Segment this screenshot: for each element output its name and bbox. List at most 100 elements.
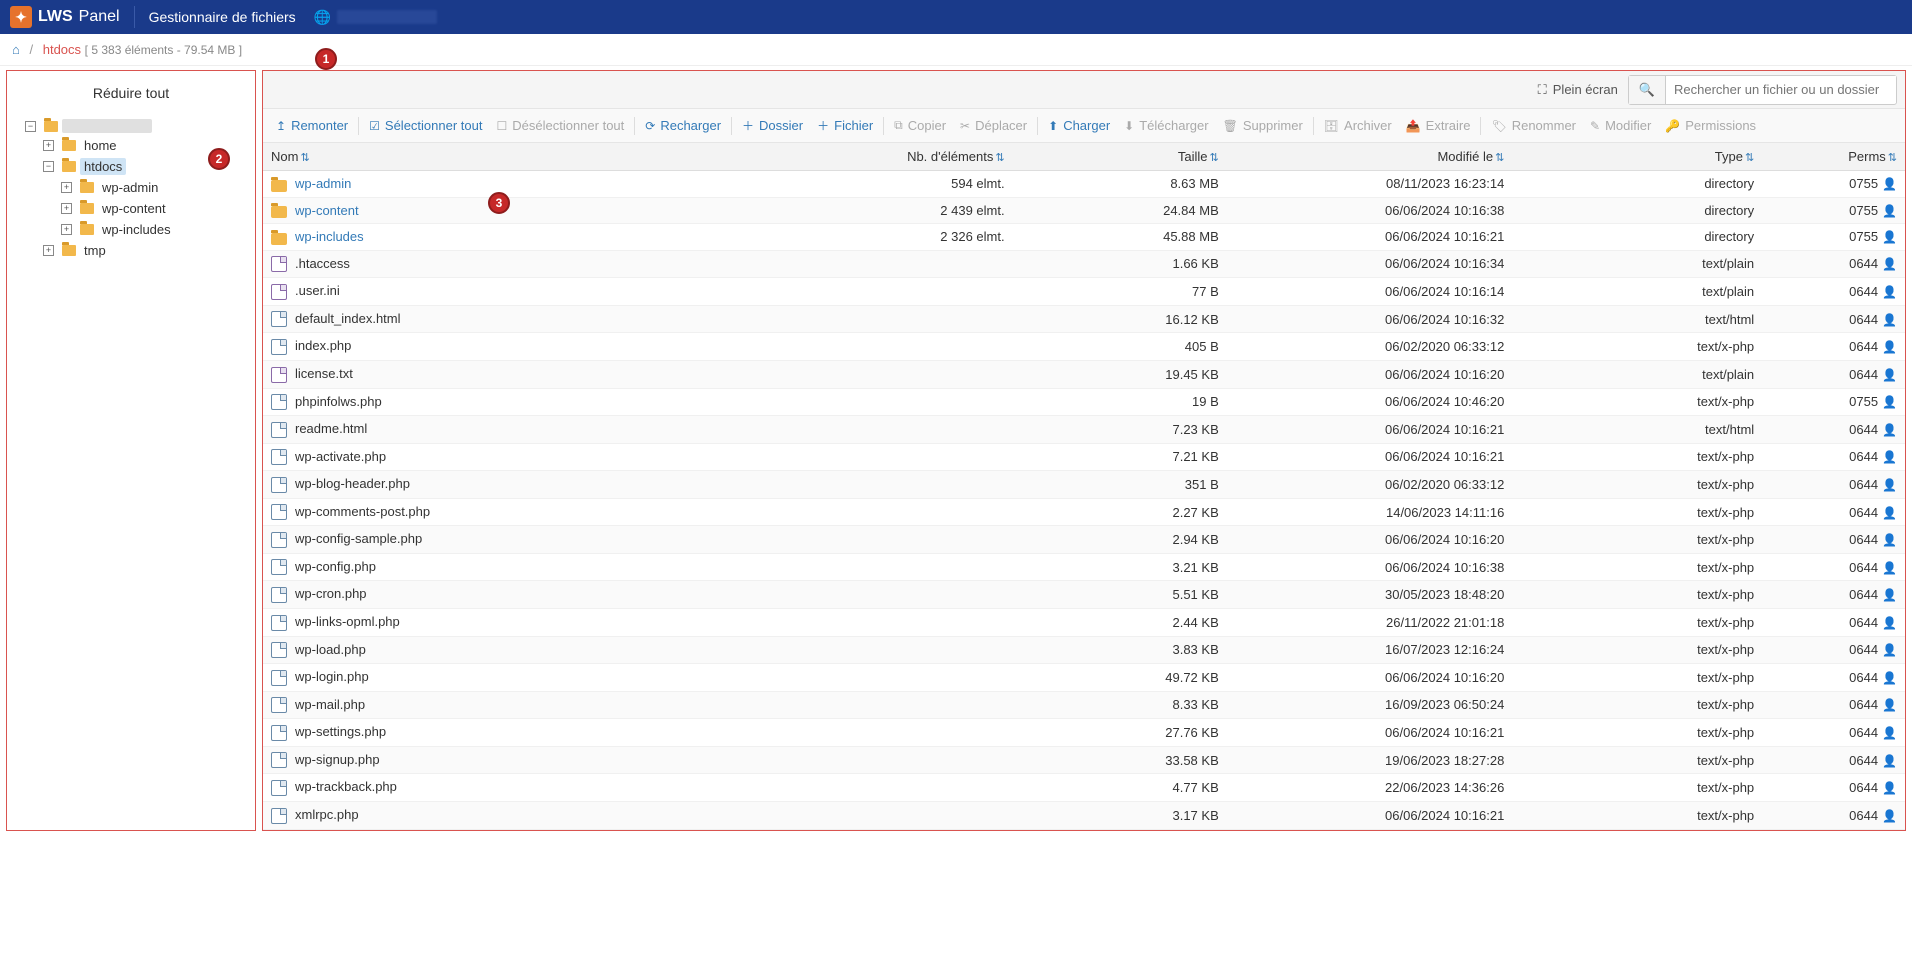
upload-button[interactable]: ⬆Charger bbox=[1041, 114, 1117, 137]
row-name[interactable]: wp-trackback.php bbox=[295, 779, 397, 794]
tree-node-wp-admin[interactable]: + wp-admin bbox=[61, 177, 255, 198]
table-row[interactable]: wp-trackback.php4.77 KB22/06/2023 14:36:… bbox=[263, 774, 1905, 802]
table-row[interactable]: wp-admin594 elmt.8.63 MB08/11/2023 16:23… bbox=[263, 171, 1905, 198]
tree-label[interactable]: tmp bbox=[80, 242, 110, 259]
delete-button[interactable]: 🗑Supprimer bbox=[1216, 114, 1310, 137]
table-row[interactable]: wp-links-opml.php2.44 KB26/11/2022 21:01… bbox=[263, 609, 1905, 637]
new-file-button[interactable]: ＋Fichier bbox=[810, 113, 880, 138]
row-name[interactable]: .htaccess bbox=[295, 256, 350, 271]
new-folder-button[interactable]: ＋Dossier bbox=[735, 113, 810, 138]
tree-label[interactable]: wp-content bbox=[98, 200, 170, 217]
row-name[interactable]: wp-content bbox=[295, 203, 359, 218]
col-header-elements[interactable]: Nb. d'éléments⇅ bbox=[870, 143, 1013, 171]
table-row[interactable]: index.php405 B06/02/2020 06:33:12text/x-… bbox=[263, 333, 1905, 361]
row-name[interactable]: wp-signup.php bbox=[295, 752, 380, 767]
brand-logo[interactable]: ✦ LWS Panel bbox=[10, 6, 120, 28]
extract-button[interactable]: 📤Extraire bbox=[1399, 114, 1478, 137]
user-icon: 👤 bbox=[1882, 698, 1897, 712]
table-row[interactable]: wp-config-sample.php2.94 KB06/06/2024 10… bbox=[263, 526, 1905, 554]
table-row[interactable]: wp-signup.php33.58 KB19/06/2023 18:27:28… bbox=[263, 746, 1905, 774]
table-row[interactable]: readme.html7.23 KB06/06/2024 10:16:21tex… bbox=[263, 416, 1905, 444]
edit-label: Modifier bbox=[1605, 118, 1651, 133]
tree-label[interactable]: wp-admin bbox=[98, 179, 162, 196]
header-domain[interactable]: 🌐 bbox=[314, 9, 437, 26]
archive-button[interactable]: 🗄Archiver bbox=[1317, 114, 1399, 137]
edit-button[interactable]: ✎Modifier bbox=[1583, 114, 1658, 137]
tree-toggle-icon[interactable]: + bbox=[43, 140, 54, 151]
row-elements bbox=[870, 801, 1013, 829]
col-header-type[interactable]: Type⇅ bbox=[1512, 143, 1762, 171]
tree-label[interactable]: home bbox=[80, 137, 121, 154]
row-name[interactable]: default_index.html bbox=[295, 311, 401, 326]
table-row[interactable]: .user.ini77 B06/06/2024 10:16:14text/pla… bbox=[263, 278, 1905, 306]
table-row[interactable]: xmlrpc.php3.17 KB06/06/2024 10:16:21text… bbox=[263, 801, 1905, 829]
row-name[interactable]: license.txt bbox=[295, 366, 353, 381]
row-name[interactable]: wp-comments-post.php bbox=[295, 504, 430, 519]
row-name[interactable]: index.php bbox=[295, 338, 351, 353]
deselect-all-button[interactable]: ☐Désélectionner tout bbox=[489, 114, 631, 137]
tree-root-label[interactable] bbox=[62, 119, 152, 133]
select-all-button[interactable]: ☑Sélectionner tout bbox=[362, 114, 489, 137]
row-name[interactable]: wp-admin bbox=[295, 176, 351, 191]
tree-toggle-icon[interactable]: + bbox=[61, 224, 72, 235]
tree-toggle-icon[interactable]: − bbox=[43, 161, 54, 172]
rename-button[interactable]: 🏷Renommer bbox=[1484, 114, 1583, 137]
row-name[interactable]: wp-activate.php bbox=[295, 449, 386, 464]
user-icon: 👤 bbox=[1882, 754, 1897, 768]
permissions-button[interactable]: 🔑Permissions bbox=[1658, 114, 1763, 137]
row-name[interactable]: wp-links-opml.php bbox=[295, 614, 400, 629]
row-name[interactable]: wp-includes bbox=[295, 229, 364, 244]
table-row[interactable]: wp-mail.php8.33 KB16/09/2023 06:50:24tex… bbox=[263, 691, 1905, 719]
table-row[interactable]: wp-login.php49.72 KB06/06/2024 10:16:20t… bbox=[263, 664, 1905, 692]
table-row[interactable]: phpinfolws.php19 B06/06/2024 10:46:20tex… bbox=[263, 388, 1905, 416]
tree-node-wp-includes[interactable]: + wp-includes bbox=[61, 219, 255, 240]
fullscreen-button[interactable]: ⛶ Plein écran bbox=[1538, 82, 1618, 98]
tree-label[interactable]: wp-includes bbox=[98, 221, 175, 238]
col-header-perms[interactable]: Perms⇅ bbox=[1762, 143, 1905, 171]
breadcrumb-current[interactable]: htdocs bbox=[43, 42, 81, 57]
row-name[interactable]: wp-blog-header.php bbox=[295, 476, 410, 491]
row-name[interactable]: wp-config.php bbox=[295, 559, 376, 574]
tree-node-root[interactable]: − bbox=[25, 117, 255, 135]
table-row[interactable]: license.txt19.45 KB06/06/2024 10:16:20te… bbox=[263, 360, 1905, 388]
breadcrumb-home-icon[interactable]: ⌂ bbox=[12, 42, 20, 57]
table-row[interactable]: default_index.html16.12 KB06/06/2024 10:… bbox=[263, 305, 1905, 333]
col-header-modified[interactable]: Modifié le⇅ bbox=[1227, 143, 1513, 171]
table-row[interactable]: wp-includes2 326 elmt.45.88 MB06/06/2024… bbox=[263, 224, 1905, 251]
table-row[interactable]: wp-comments-post.php2.27 KB14/06/2023 14… bbox=[263, 498, 1905, 526]
row-name[interactable]: wp-settings.php bbox=[295, 724, 386, 739]
collapse-all-button[interactable]: Réduire tout bbox=[11, 75, 251, 111]
row-name[interactable]: wp-cron.php bbox=[295, 586, 367, 601]
table-row[interactable]: wp-activate.php7.21 KB06/06/2024 10:16:2… bbox=[263, 443, 1905, 471]
copy-button[interactable]: ⧉Copier bbox=[887, 114, 953, 137]
tree-toggle-icon[interactable]: + bbox=[61, 203, 72, 214]
table-row[interactable]: .htaccess1.66 KB06/06/2024 10:16:34text/… bbox=[263, 250, 1905, 278]
tree-toggle-icon[interactable]: − bbox=[25, 121, 36, 132]
tree-toggle-icon[interactable]: + bbox=[61, 182, 72, 193]
download-button[interactable]: ⬇Télécharger bbox=[1117, 114, 1215, 137]
row-name[interactable]: phpinfolws.php bbox=[295, 394, 382, 409]
row-name[interactable]: readme.html bbox=[295, 421, 367, 436]
row-name[interactable]: xmlrpc.php bbox=[295, 807, 359, 822]
table-row[interactable]: wp-cron.php5.51 KB30/05/2023 18:48:20tex… bbox=[263, 581, 1905, 609]
up-button[interactable]: ↥Remonter bbox=[269, 114, 355, 137]
table-row[interactable]: wp-settings.php27.76 KB06/06/2024 10:16:… bbox=[263, 719, 1905, 747]
reload-button[interactable]: ⟳Recharger bbox=[638, 114, 728, 137]
tree-label-selected[interactable]: htdocs bbox=[80, 158, 126, 175]
tree-node-wp-content[interactable]: + wp-content bbox=[61, 198, 255, 219]
col-header-name[interactable]: Nom⇅ bbox=[263, 143, 870, 171]
tree-node-tmp[interactable]: + tmp bbox=[43, 240, 255, 261]
row-name[interactable]: wp-mail.php bbox=[295, 697, 365, 712]
tree-toggle-icon[interactable]: + bbox=[43, 245, 54, 256]
search-input[interactable] bbox=[1666, 76, 1896, 103]
table-row[interactable]: wp-blog-header.php351 B06/02/2020 06:33:… bbox=[263, 471, 1905, 499]
search-icon[interactable]: 🔍 bbox=[1629, 76, 1666, 104]
move-button[interactable]: ✂Déplacer bbox=[953, 114, 1034, 137]
row-name[interactable]: wp-config-sample.php bbox=[295, 531, 422, 546]
table-row[interactable]: wp-load.php3.83 KB16/07/2023 12:16:24tex… bbox=[263, 636, 1905, 664]
row-name[interactable]: .user.ini bbox=[295, 283, 340, 298]
col-header-size[interactable]: Taille⇅ bbox=[1013, 143, 1227, 171]
row-name[interactable]: wp-login.php bbox=[295, 669, 369, 684]
row-name[interactable]: wp-load.php bbox=[295, 642, 366, 657]
table-row[interactable]: wp-config.php3.21 KB06/06/2024 10:16:38t… bbox=[263, 553, 1905, 581]
